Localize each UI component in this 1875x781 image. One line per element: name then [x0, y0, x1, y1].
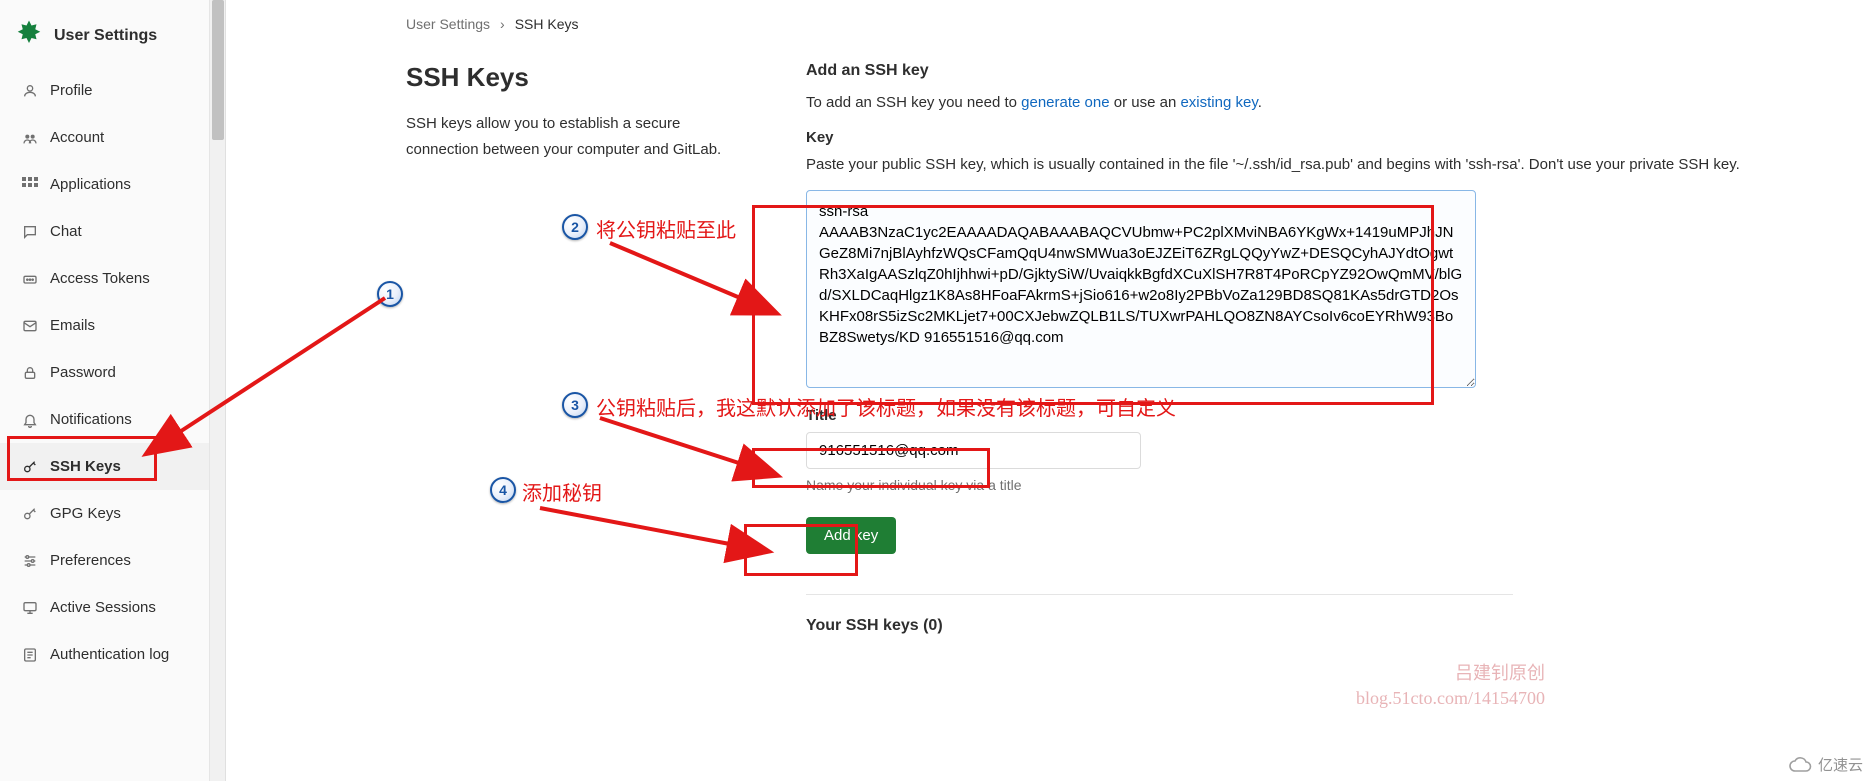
sidebar-item-active-sessions[interactable]: Active Sessions	[0, 584, 209, 631]
breadcrumb-root[interactable]: User Settings	[406, 16, 490, 32]
sidebar-item-notifications[interactable]: Notifications	[0, 396, 209, 443]
sidebar-item-authentication-log[interactable]: Authentication log	[0, 631, 209, 678]
add-key-form: Add an SSH key To add an SSH key you nee…	[806, 62, 1835, 647]
breadcrumb: User Settings › SSH Keys	[406, 10, 1835, 62]
sidebar-item-ssh-keys[interactable]: SSH Keys	[0, 443, 209, 490]
sliders-icon	[22, 553, 38, 569]
your-keys-heading: Your SSH keys (0)	[806, 617, 1835, 635]
ssh-key-title-input[interactable]	[806, 432, 1141, 469]
watermark-brand: 亿速云	[1788, 754, 1863, 775]
sidebar-item-label: SSH Keys	[50, 458, 121, 475]
sidebar-item-label: Emails	[50, 317, 95, 334]
key-icon	[22, 506, 38, 522]
sidebar-item-label: Chat	[50, 223, 82, 240]
title-label: Title	[806, 407, 1835, 424]
watermark-brand-text: 亿速云	[1818, 754, 1863, 775]
watermark-line1: 吕建钊原创	[1455, 663, 1545, 683]
sidebar-item-label: Notifications	[50, 411, 132, 428]
sidebar-item-chat[interactable]: Chat	[0, 208, 209, 255]
log-icon	[22, 647, 38, 663]
gitlab-settings-logo-icon	[14, 18, 54, 53]
content-area: User Settings › SSH Keys SSH Keys SSH ke…	[226, 0, 1875, 647]
page-title: SSH Keys	[406, 62, 726, 93]
add-key-help: To add an SSH key you need to generate o…	[806, 92, 1835, 115]
sidebar-item-profile[interactable]: Profile	[0, 67, 209, 114]
sidebar: User Settings Profile Account Applicatio…	[0, 0, 210, 781]
chevron-right-icon: ›	[500, 16, 505, 32]
sidebar-item-account[interactable]: Account	[0, 114, 209, 161]
existing-key-link[interactable]: existing key	[1180, 94, 1257, 111]
sidebar-item-label: GPG Keys	[50, 505, 121, 522]
title-help: Name your individual key via a title	[806, 477, 1835, 493]
key-help: Paste your public SSH key, which is usua…	[806, 154, 1835, 177]
scrollbar-thumb[interactable]	[212, 0, 224, 140]
ssh-key-input[interactable]	[806, 190, 1476, 388]
key-label: Key	[806, 129, 1835, 146]
sidebar-item-preferences[interactable]: Preferences	[0, 537, 209, 584]
divider	[806, 594, 1513, 595]
sidebar-item-access-tokens[interactable]: Access Tokens	[0, 255, 209, 302]
scrollbar[interactable]	[210, 0, 226, 781]
sidebar-item-gpg-keys[interactable]: GPG Keys	[0, 490, 209, 537]
sidebar-item-applications[interactable]: Applications	[0, 161, 209, 208]
bell-icon	[22, 412, 38, 428]
chat-icon	[22, 224, 38, 240]
help-text: .	[1258, 94, 1262, 111]
watermark-line2: blog.51cto.com/14154700	[1356, 688, 1545, 708]
add-key-heading: Add an SSH key	[806, 62, 1835, 80]
sidebar-item-password[interactable]: Password	[0, 349, 209, 396]
sidebar-item-label: Authentication log	[50, 646, 169, 663]
sidebar-header: User Settings	[0, 0, 209, 67]
watermark-blog: 吕建钊原创 blog.51cto.com/14154700	[1356, 661, 1545, 711]
cloud-icon	[1788, 755, 1814, 775]
lock-icon	[22, 365, 38, 381]
sidebar-item-label: Applications	[50, 176, 131, 193]
sidebar-item-emails[interactable]: Emails	[0, 302, 209, 349]
sidebar-item-label: Access Tokens	[50, 270, 150, 287]
sidebar-item-label: Preferences	[50, 552, 131, 569]
section-intro: SSH Keys SSH keys allow you to establish…	[406, 62, 726, 647]
key-icon	[22, 459, 38, 475]
help-text: To add an SSH key you need to	[806, 94, 1021, 111]
sidebar-item-label: Account	[50, 129, 104, 146]
applications-icon	[22, 177, 38, 193]
generate-key-link[interactable]: generate one	[1021, 94, 1109, 111]
user-icon	[22, 83, 38, 99]
account-icon	[22, 130, 38, 146]
sidebar-item-label: Profile	[50, 82, 93, 99]
token-icon	[22, 271, 38, 287]
sidebar-title: User Settings	[54, 27, 157, 45]
monitor-icon	[22, 600, 38, 616]
add-key-button[interactable]: Add key	[806, 517, 896, 554]
page-description: SSH keys allow you to establish a secure…	[406, 111, 726, 162]
sidebar-item-label: Active Sessions	[50, 599, 156, 616]
sidebar-item-label: Password	[50, 364, 116, 381]
help-text: or use an	[1110, 94, 1181, 111]
breadcrumb-current: SSH Keys	[515, 16, 579, 32]
mail-icon	[22, 318, 38, 334]
